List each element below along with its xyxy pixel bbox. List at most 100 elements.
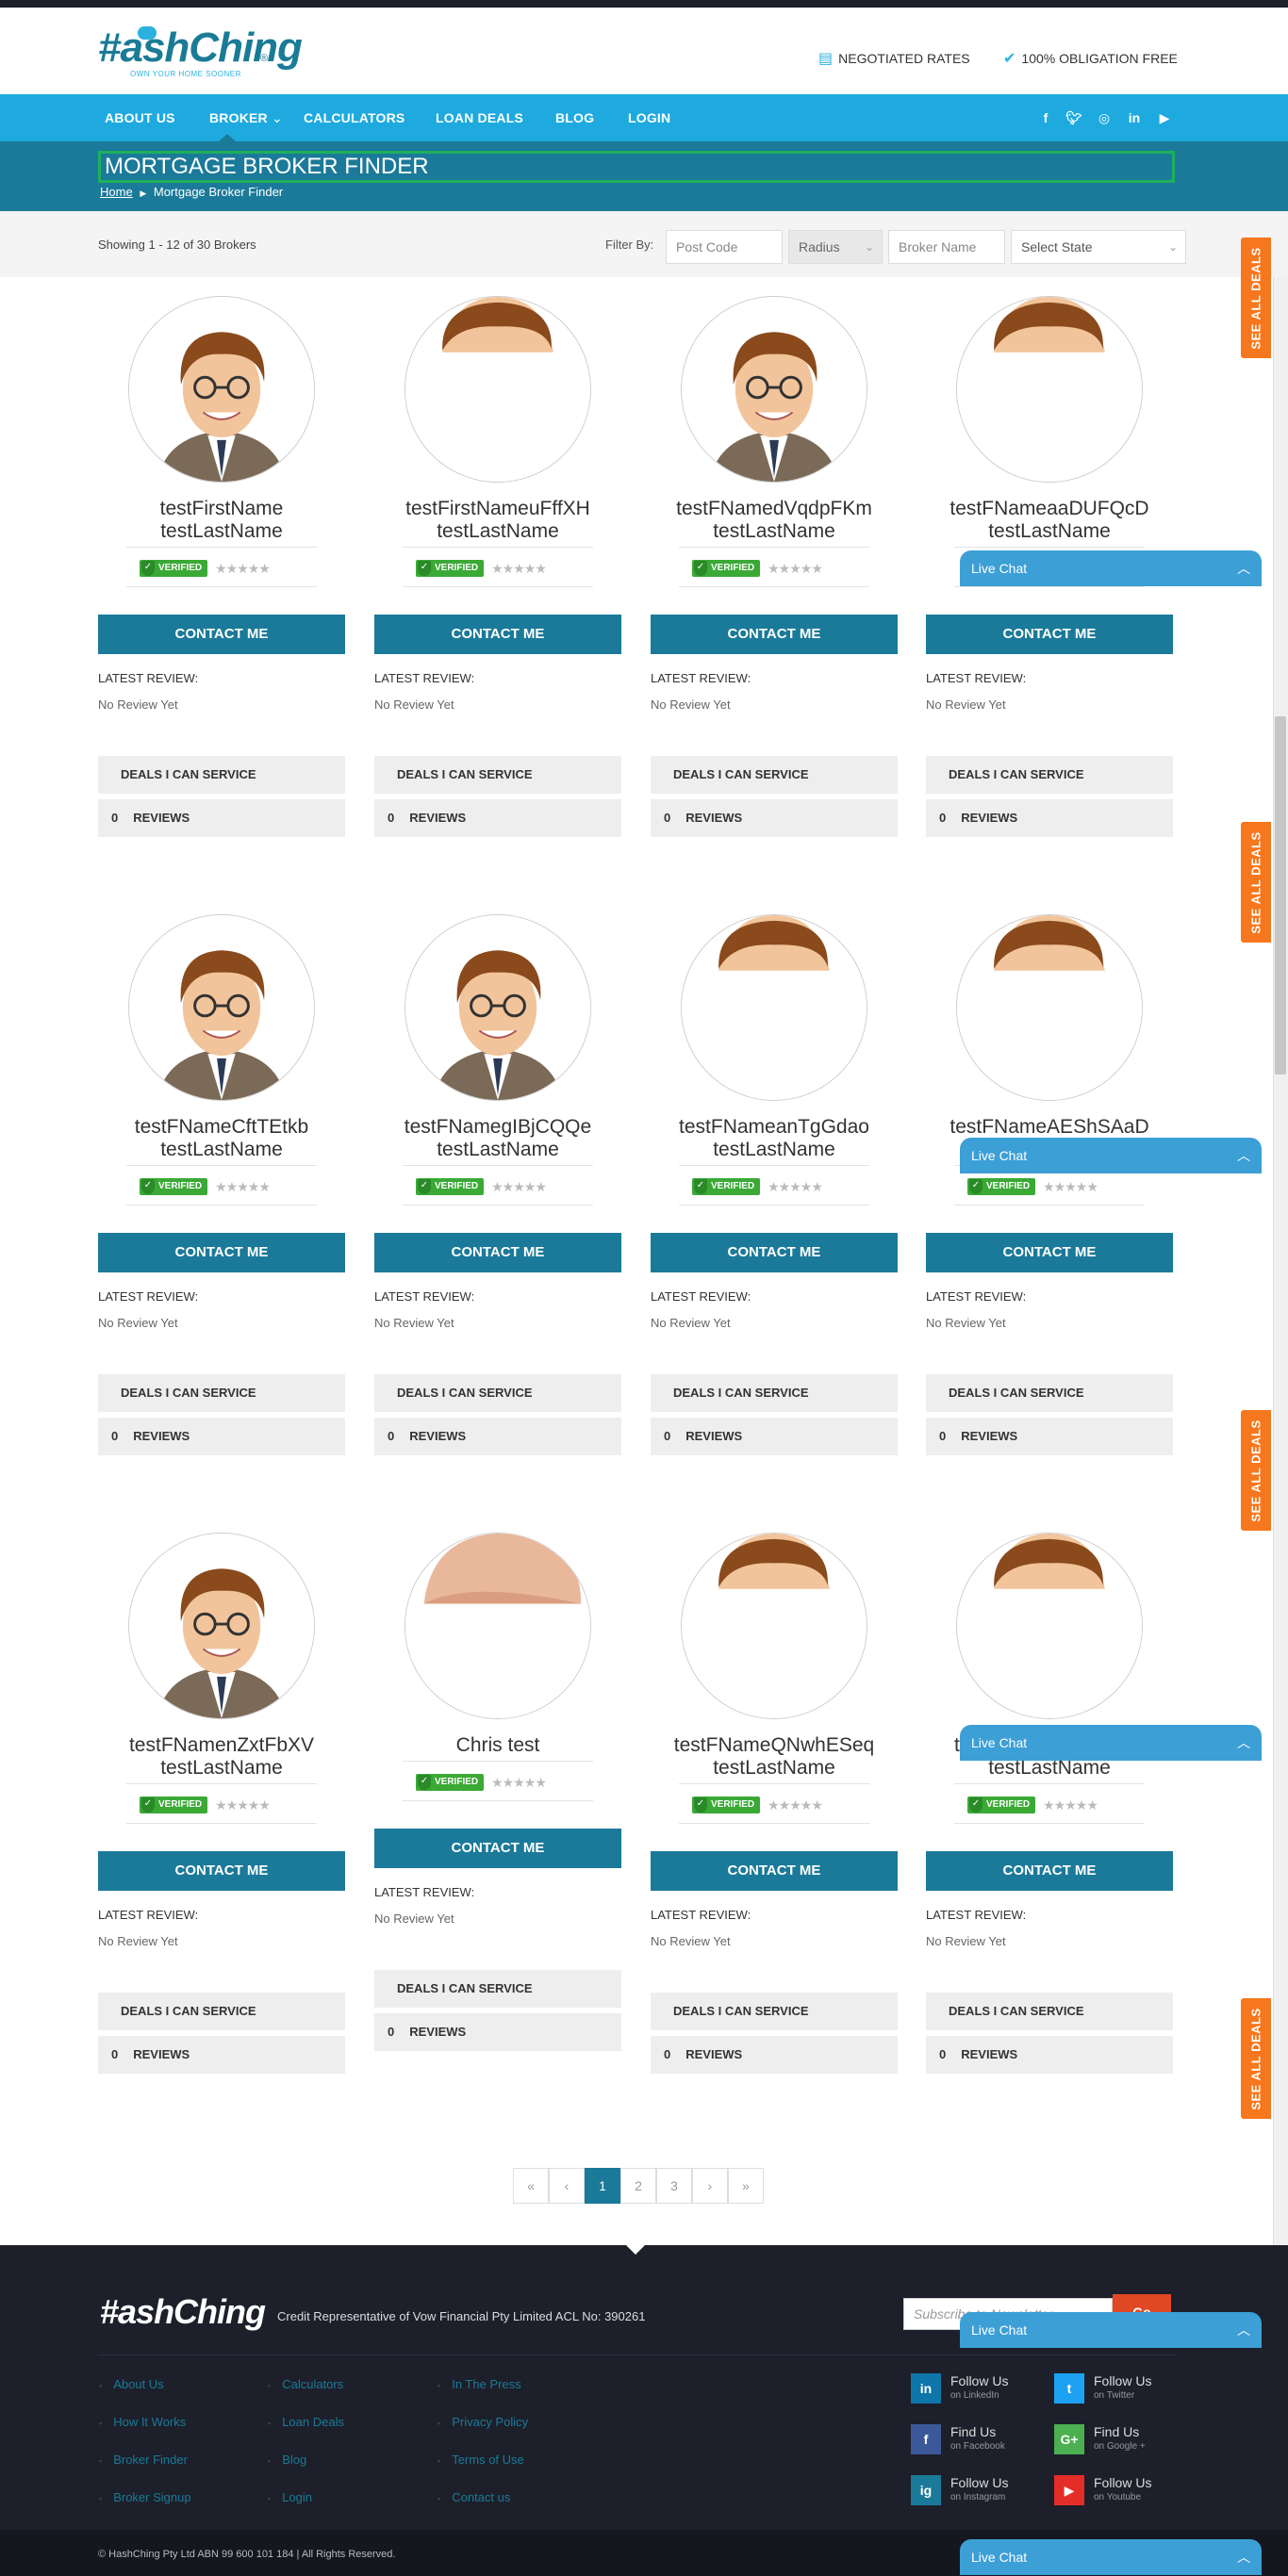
scrollbar-thumb[interactable]: [1275, 716, 1286, 1075]
see-all-deals-tab[interactable]: SEE ALL DEALS: [1241, 822, 1271, 943]
youtube-icon[interactable]: ▶: [1154, 94, 1175, 141]
footer-follow-twitter[interactable]: t Follow Us on Twitter: [1054, 2373, 1196, 2409]
nav-loan-deals[interactable]: LOAN DEALS: [436, 94, 523, 141]
broker-avatar[interactable]: [128, 1533, 315, 1719]
deals-i-can-service-tab[interactable]: DEALS I CAN SERVICE: [651, 756, 898, 794]
broker-avatar[interactable]: [681, 914, 867, 1101]
footer-follow-instagram[interactable]: ig Follow Us on Instagram: [911, 2475, 1052, 2511]
reviews-tab[interactable]: 0 REVIEWS: [374, 799, 621, 837]
deals-i-can-service-tab[interactable]: DEALS I CAN SERVICE: [926, 1993, 1173, 2030]
breadcrumb-home[interactable]: Home: [100, 185, 133, 199]
footer-link-terms-of-use[interactable]: Terms of Use: [452, 2453, 524, 2467]
footer-link-how-it-works[interactable]: How It Works: [113, 2415, 186, 2429]
deals-i-can-service-tab[interactable]: DEALS I CAN SERVICE: [98, 1374, 345, 1412]
footer-follow-youtube[interactable]: ▶ Follow Us on Youtube: [1054, 2475, 1196, 2511]
nav-calculators[interactable]: CALCULATORS: [304, 94, 405, 141]
contact-me-button[interactable]: CONTACT ME: [374, 1829, 621, 1868]
twitter-icon[interactable]: 🐦︎: [1064, 94, 1084, 141]
reviews-tab[interactable]: 0 REVIEWS: [926, 2036, 1173, 2074]
instagram-icon[interactable]: ◎: [1094, 94, 1115, 141]
nav-login[interactable]: LOGIN: [628, 94, 670, 141]
live-chat-widget[interactable]: Live Chat ︿: [960, 550, 1262, 586]
broker-avatar[interactable]: [405, 914, 591, 1101]
scrollbar[interactable]: [1273, 277, 1288, 2576]
broker-name[interactable]: testFNamedVqdpFKm testLastName: [651, 498, 898, 543]
radius-select[interactable]: Radius ⌄: [788, 230, 883, 264]
deals-i-can-service-tab[interactable]: DEALS I CAN SERVICE: [98, 1993, 345, 2030]
nav-blog[interactable]: BLOG: [555, 94, 594, 141]
broker-avatar[interactable]: [956, 914, 1143, 1101]
broker-avatar[interactable]: [956, 296, 1143, 483]
reviews-tab[interactable]: 0 REVIEWS: [651, 2036, 898, 2074]
broker-avatar[interactable]: [681, 296, 867, 483]
broker-name[interactable]: testFNamenZxtFbXV testLastName: [98, 1734, 345, 1780]
nav-about-us[interactable]: ABOUT US: [105, 94, 175, 141]
broker-name[interactable]: Chris test: [374, 1734, 621, 1757]
deals-i-can-service-tab[interactable]: DEALS I CAN SERVICE: [374, 1970, 621, 2008]
hashching-logo[interactable]: #ashChing OWN YOUR HOME SOONER ®: [98, 25, 303, 87]
footer-link-blog[interactable]: Blog: [282, 2453, 306, 2467]
linkedin-icon[interactable]: in: [1124, 94, 1145, 141]
footer-link-about-us[interactable]: About Us: [113, 2377, 163, 2391]
contact-me-button[interactable]: CONTACT ME: [98, 1851, 345, 1891]
postcode-input[interactable]: Post Code: [666, 230, 783, 264]
deals-i-can-service-tab[interactable]: DEALS I CAN SERVICE: [98, 756, 345, 794]
footer-follow-facebook[interactable]: f Find Us on Facebook: [911, 2424, 1052, 2460]
contact-me-button[interactable]: CONTACT ME: [926, 615, 1173, 654]
contact-me-button[interactable]: CONTACT ME: [98, 615, 345, 654]
contact-me-button[interactable]: CONTACT ME: [651, 1851, 898, 1891]
footer-follow-linkedin[interactable]: in Follow Us on LinkedIn: [911, 2373, 1052, 2409]
broker-name[interactable]: testFirstName testLastName: [98, 498, 345, 543]
broker-avatar[interactable]: [128, 296, 315, 483]
broker-avatar[interactable]: [405, 296, 591, 483]
reviews-tab[interactable]: 0 REVIEWS: [651, 1418, 898, 1455]
state-select[interactable]: Select State ⌄: [1011, 230, 1186, 264]
reviews-tab[interactable]: 0 REVIEWS: [374, 2013, 621, 2051]
broker-name[interactable]: testFNamegIBjCQQe testLastName: [374, 1116, 621, 1161]
deals-i-can-service-tab[interactable]: DEALS I CAN SERVICE: [651, 1993, 898, 2030]
reviews-tab[interactable]: 0 REVIEWS: [98, 1418, 345, 1455]
broker-avatar[interactable]: [128, 914, 315, 1101]
deals-i-can-service-tab[interactable]: DEALS I CAN SERVICE: [374, 756, 621, 794]
contact-me-button[interactable]: CONTACT ME: [651, 1233, 898, 1272]
reviews-tab[interactable]: 0 REVIEWS: [98, 799, 345, 837]
reviews-tab[interactable]: 0 REVIEWS: [926, 1418, 1173, 1455]
footer-link-broker-signup[interactable]: Broker Signup: [113, 2490, 190, 2504]
live-chat-widget[interactable]: Live Chat ︿: [960, 2539, 1262, 2575]
contact-me-button[interactable]: CONTACT ME: [374, 1233, 621, 1272]
footer-link-calculators[interactable]: Calculators: [282, 2377, 343, 2391]
footer-follow-google-[interactable]: G+ Find Us on Google +: [1054, 2424, 1196, 2460]
page-2[interactable]: 2: [620, 2168, 656, 2204]
broker-name[interactable]: testFNameQNwhESeq testLastName: [651, 1734, 898, 1780]
page-1[interactable]: 1: [585, 2168, 620, 2204]
deals-i-can-service-tab[interactable]: DEALS I CAN SERVICE: [926, 756, 1173, 794]
page-first[interactable]: «: [513, 2168, 549, 2204]
footer-link-login[interactable]: Login: [282, 2490, 312, 2504]
broker-avatar[interactable]: [681, 1533, 867, 1719]
page-last[interactable]: »: [728, 2168, 764, 2204]
footer-link-in-the-press[interactable]: In The Press: [452, 2377, 520, 2391]
see-all-deals-tab[interactable]: SEE ALL DEALS: [1241, 1410, 1271, 1531]
page-prev[interactable]: ‹: [549, 2168, 585, 2204]
broker-name[interactable]: testFNameanTgGdao testLastName: [651, 1116, 898, 1161]
deals-i-can-service-tab[interactable]: DEALS I CAN SERVICE: [374, 1374, 621, 1412]
contact-me-button[interactable]: CONTACT ME: [98, 1233, 345, 1272]
see-all-deals-tab[interactable]: SEE ALL DEALS: [1241, 1998, 1271, 2119]
see-all-deals-tab[interactable]: SEE ALL DEALS: [1241, 238, 1271, 358]
footer-logo[interactable]: #ashChing: [100, 2292, 266, 2332]
facebook-icon[interactable]: f: [1035, 94, 1056, 141]
contact-me-button[interactable]: CONTACT ME: [926, 1233, 1173, 1272]
reviews-tab[interactable]: 0 REVIEWS: [98, 2036, 345, 2074]
broker-name[interactable]: testFNameaaDUFQcD testLastName: [926, 498, 1173, 543]
contact-me-button[interactable]: CONTACT ME: [651, 615, 898, 654]
broker-avatar[interactable]: [956, 1533, 1143, 1719]
broker-name[interactable]: testFirstNameuFffXH testLastName: [374, 498, 621, 543]
footer-link-privacy-policy[interactable]: Privacy Policy: [452, 2415, 528, 2429]
live-chat-widget[interactable]: Live Chat ︿: [960, 1138, 1262, 1173]
live-chat-widget[interactable]: Live Chat ︿: [960, 2312, 1262, 2348]
footer-link-loan-deals[interactable]: Loan Deals: [282, 2415, 344, 2429]
footer-link-broker-finder[interactable]: Broker Finder: [113, 2453, 188, 2467]
deals-i-can-service-tab[interactable]: DEALS I CAN SERVICE: [926, 1374, 1173, 1412]
deals-i-can-service-tab[interactable]: DEALS I CAN SERVICE: [651, 1374, 898, 1412]
live-chat-widget[interactable]: Live Chat ︿: [960, 1725, 1262, 1761]
